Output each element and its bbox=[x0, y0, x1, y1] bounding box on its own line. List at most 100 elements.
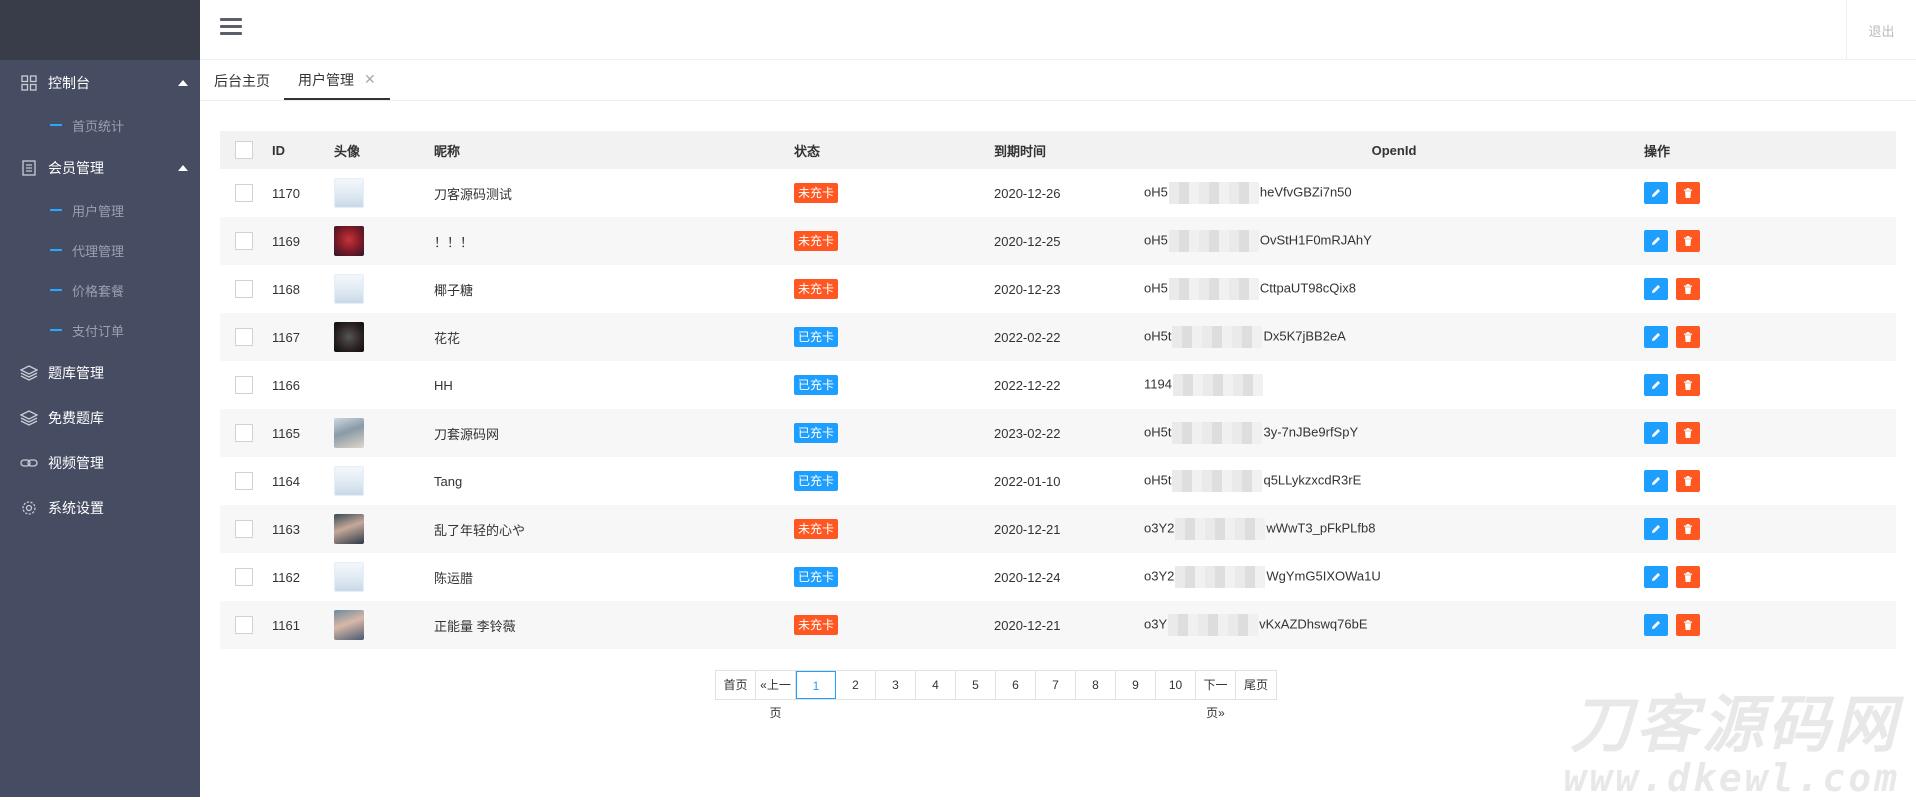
cell-openid: oH5 CttpaUT98cQix8 bbox=[1144, 265, 1644, 313]
edit-button[interactable] bbox=[1644, 326, 1668, 348]
delete-button[interactable] bbox=[1676, 182, 1700, 204]
tab-home[interactable]: 后台主页 bbox=[200, 61, 284, 100]
sidebar-subitem[interactable]: 用户管理 bbox=[0, 190, 200, 230]
cell-nickname: Tang bbox=[434, 473, 463, 489]
avatar bbox=[334, 226, 364, 256]
cell-status: 已充卡 bbox=[794, 553, 994, 601]
edit-button[interactable] bbox=[1644, 422, 1668, 444]
delete-button[interactable] bbox=[1676, 422, 1700, 444]
delete-button[interactable] bbox=[1676, 614, 1700, 636]
cell-id: 1170 bbox=[272, 185, 300, 201]
sidebar-subitem[interactable]: 首页统计 bbox=[0, 105, 200, 145]
row-checkbox[interactable] bbox=[235, 616, 253, 634]
avatar bbox=[334, 514, 364, 544]
select-all-checkbox[interactable] bbox=[235, 141, 253, 159]
col-avatar: 头像 bbox=[334, 131, 434, 169]
trash-icon bbox=[1682, 235, 1694, 247]
edit-button[interactable] bbox=[1644, 470, 1668, 492]
openid-suffix: WgYmG5IXOWa1U bbox=[1266, 568, 1381, 584]
table-row: 1166 HH 已充卡 2022-12-22 1194 bbox=[220, 361, 1896, 409]
page-number-button[interactable]: 10 bbox=[1156, 671, 1196, 699]
redaction-mask bbox=[1168, 182, 1259, 204]
row-checkbox[interactable] bbox=[235, 280, 253, 298]
cell-avatar bbox=[334, 265, 434, 313]
page-number-button[interactable]: 9 bbox=[1116, 671, 1156, 699]
page-number-button[interactable]: 7 bbox=[1036, 671, 1076, 699]
delete-button[interactable] bbox=[1676, 230, 1700, 252]
sidebar-subitem[interactable]: 价格套餐 bbox=[0, 270, 200, 310]
sidebar-item-2[interactable]: 题库管理 bbox=[0, 350, 200, 395]
top-header: 退出 bbox=[200, 0, 1916, 60]
edit-button[interactable] bbox=[1644, 230, 1668, 252]
sidebar-item-5[interactable]: 系统设置 bbox=[0, 485, 200, 530]
cell-actions bbox=[1644, 361, 1896, 409]
sidebar-item-3[interactable]: 免费题库 bbox=[0, 395, 200, 440]
close-icon[interactable]: ✕ bbox=[364, 71, 376, 88]
watermark-title: 刀客源码网 bbox=[1569, 691, 1900, 760]
cell-expire: 2020-12-24 bbox=[994, 569, 1061, 585]
delete-button[interactable] bbox=[1676, 326, 1700, 348]
cell-expire: 2022-12-22 bbox=[994, 377, 1061, 393]
logout-button[interactable]: 退出 bbox=[1846, 0, 1916, 60]
sidebar-item-label: 系统设置 bbox=[48, 499, 104, 516]
page-next-button[interactable]: 下一页» bbox=[1196, 671, 1236, 720]
cell-nickname: 刀客源码测试 bbox=[434, 186, 513, 202]
page-number-button[interactable]: 5 bbox=[956, 671, 996, 699]
page-number-button[interactable]: 6 bbox=[996, 671, 1036, 699]
sidebar-subitem[interactable]: 代理管理 bbox=[0, 230, 200, 270]
edit-button[interactable] bbox=[1644, 374, 1668, 396]
page-number-button[interactable]: 4 bbox=[916, 671, 956, 699]
edit-button[interactable] bbox=[1644, 182, 1668, 204]
delete-button[interactable] bbox=[1676, 566, 1700, 588]
cell-openid: oH5t q5LLykzxcdR3rE bbox=[1144, 457, 1644, 505]
cell-status: 已充卡 bbox=[794, 457, 994, 505]
delete-button[interactable] bbox=[1676, 518, 1700, 540]
watermark: 刀客源码网 www.dkewl.com bbox=[1563, 691, 1900, 800]
cell-actions bbox=[1644, 601, 1896, 649]
page-number-button[interactable]: 3 bbox=[876, 671, 916, 699]
edit-button[interactable] bbox=[1644, 278, 1668, 300]
page-prev-button[interactable]: «上一页 bbox=[756, 671, 796, 720]
openid-suffix: heVfvGBZi7n50 bbox=[1259, 184, 1352, 200]
row-checkbox[interactable] bbox=[235, 184, 253, 202]
sidebar-item-1[interactable]: 会员管理 bbox=[0, 145, 200, 190]
delete-button[interactable] bbox=[1676, 278, 1700, 300]
sidebar-subitem[interactable]: 支付订单 bbox=[0, 310, 200, 350]
sidebar-item-4[interactable]: 视频管理 bbox=[0, 440, 200, 485]
cell-nickname: 椰子糖 bbox=[434, 282, 474, 298]
delete-button[interactable] bbox=[1676, 374, 1700, 396]
hamburger-icon[interactable] bbox=[220, 18, 242, 39]
row-checkbox[interactable] bbox=[235, 520, 253, 538]
cell-openid: o3Y vKxAZDhswq76bE bbox=[1144, 601, 1644, 649]
edit-button[interactable] bbox=[1644, 614, 1668, 636]
page-last-button[interactable]: 尾页 bbox=[1236, 671, 1276, 699]
table-row: 1168 椰子糖 未充卡 2020-12-23 oH5 CttpaUT98cQix8 bbox=[220, 265, 1896, 313]
page-number-button[interactable]: 8 bbox=[1076, 671, 1116, 699]
row-checkbox[interactable] bbox=[235, 568, 253, 586]
watermark-url: www.dkewl.com bbox=[1563, 756, 1900, 800]
tab-user-management[interactable]: 用户管理 ✕ bbox=[284, 61, 390, 100]
sidebar-item-0[interactable]: 控制台 bbox=[0, 60, 200, 105]
cell-expire: 2023-02-22 bbox=[994, 409, 1144, 457]
row-checkbox[interactable] bbox=[235, 472, 253, 490]
chevron-up-icon bbox=[178, 79, 188, 86]
edit-button[interactable] bbox=[1644, 566, 1668, 588]
delete-button[interactable] bbox=[1676, 470, 1700, 492]
trash-icon bbox=[1682, 523, 1694, 535]
openid-prefix: oH5 bbox=[1144, 184, 1168, 200]
row-checkbox[interactable] bbox=[235, 424, 253, 442]
status-badge: 未充卡 bbox=[794, 231, 839, 251]
row-checkbox[interactable] bbox=[235, 232, 253, 250]
avatar bbox=[334, 610, 364, 640]
page-number-button[interactable]: 2 bbox=[836, 671, 876, 699]
avatar bbox=[334, 178, 364, 208]
table-row: 1169 ！！！ 未充卡 2020-12-25 oH5 OvStH1F0mRJAhY bbox=[220, 217, 1896, 265]
cell-openid: oH5t 3y-7nJBe9rfSpY bbox=[1144, 409, 1644, 457]
page-number-button[interactable]: 1 bbox=[796, 671, 836, 699]
page-first-button[interactable]: 首页 bbox=[716, 671, 756, 699]
cell-actions bbox=[1644, 505, 1896, 553]
layers-icon bbox=[20, 364, 38, 382]
row-checkbox[interactable] bbox=[235, 328, 253, 346]
edit-button[interactable] bbox=[1644, 518, 1668, 540]
row-checkbox[interactable] bbox=[235, 376, 253, 394]
